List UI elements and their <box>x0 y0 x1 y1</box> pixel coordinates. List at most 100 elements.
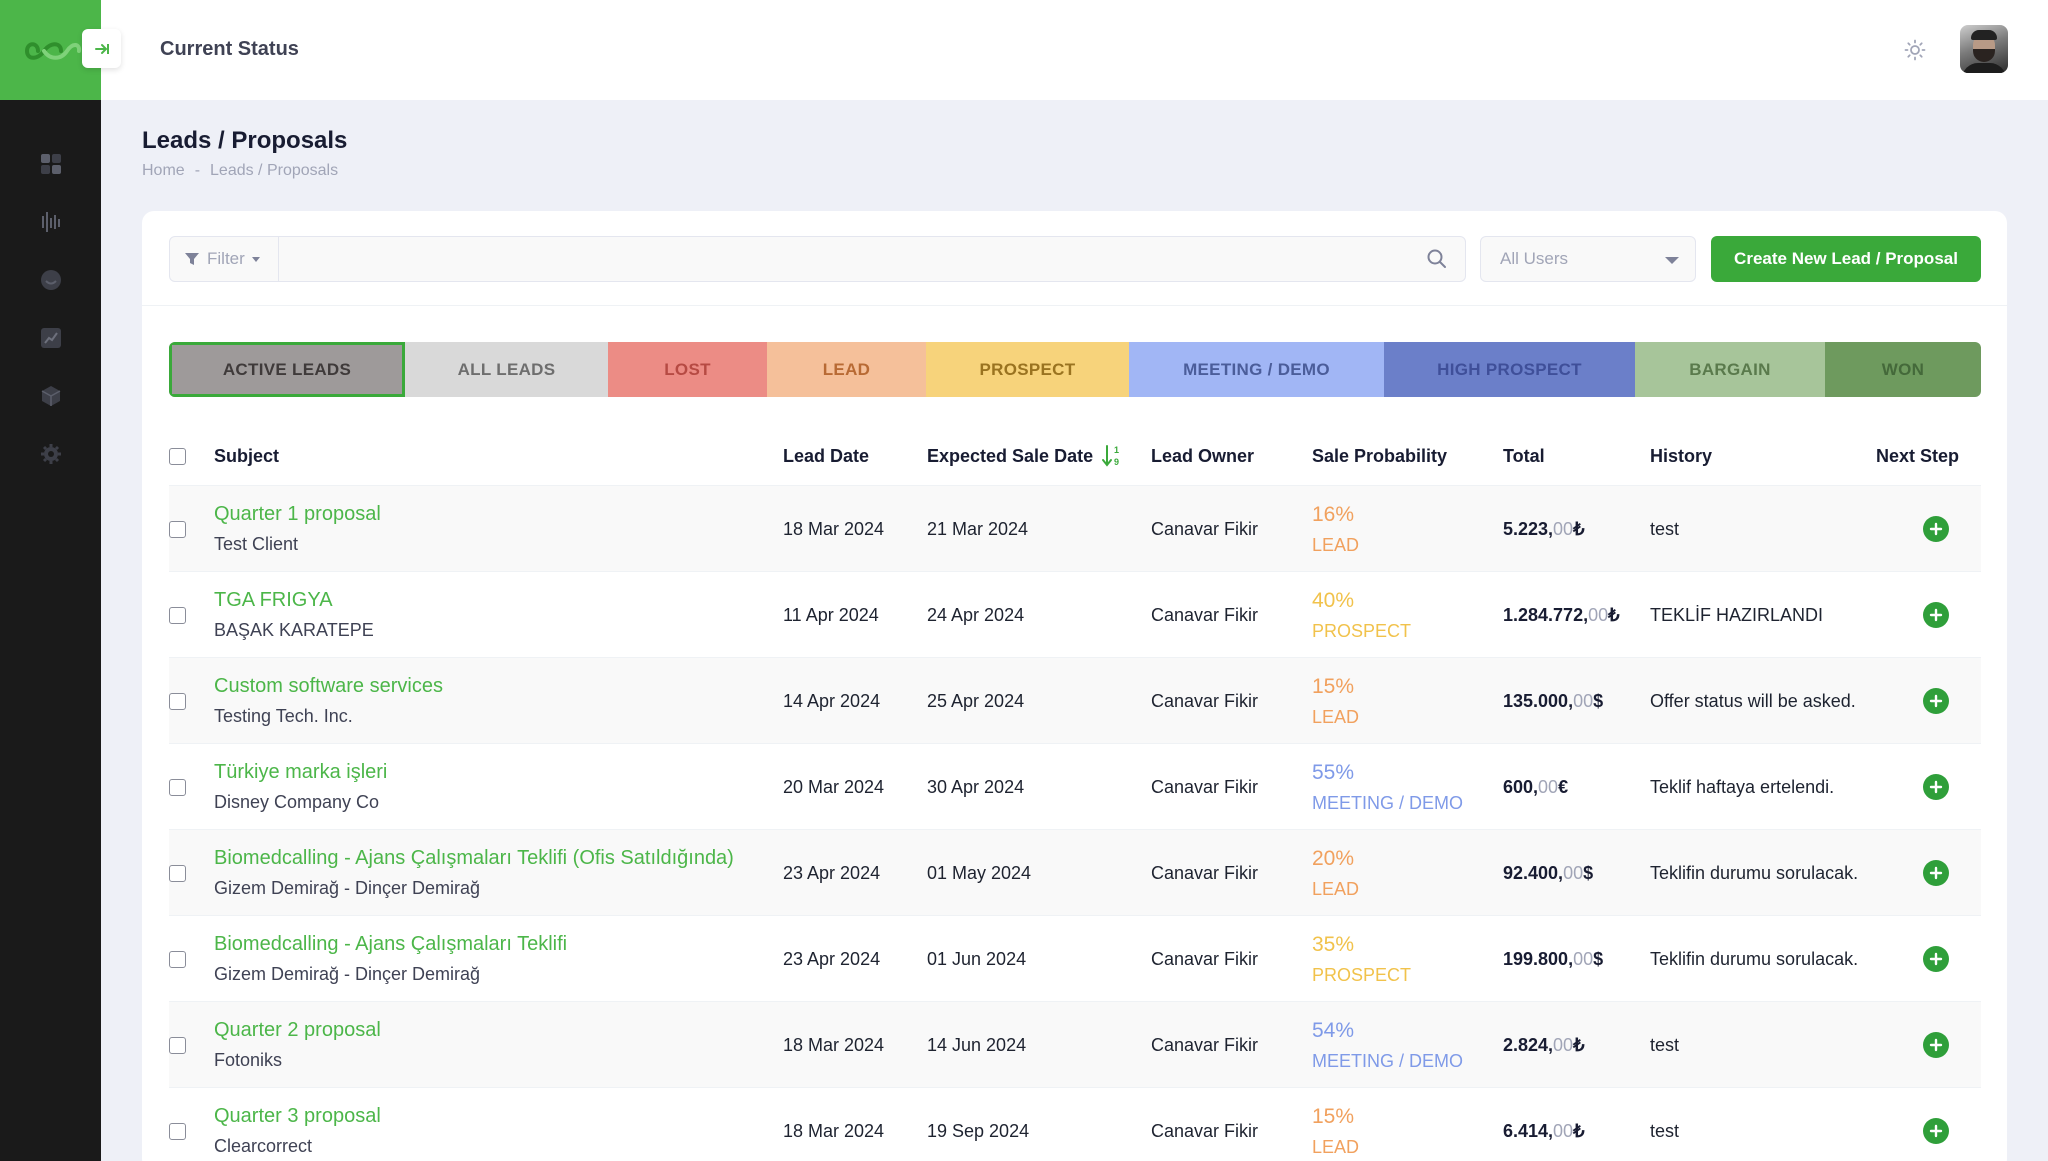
add-next-step-button[interactable] <box>1923 1118 1949 1144</box>
probability-percent: 15% <box>1312 675 1355 698</box>
lead-owner: Canavar Fikir <box>1151 948 1259 969</box>
filter-button[interactable]: Filter <box>170 237 279 281</box>
chevron-down-icon <box>1665 257 1679 264</box>
lead-client: Fotoniks <box>214 1050 283 1070</box>
probability-stage: LEAD <box>1312 1137 1360 1157</box>
row-checkbox[interactable] <box>169 692 186 710</box>
total-currency: ₺ <box>1573 518 1585 539</box>
row-checkbox[interactable] <box>169 1122 186 1140</box>
total: 5.223, 00 ₺ <box>1503 486 1585 572</box>
probability-stage: LEAD <box>1312 535 1360 555</box>
sort-descending-icon[interactable]: 19 <box>1101 443 1123 469</box>
tab-high-prospect[interactable]: HIGH PROSPECT <box>1384 342 1635 397</box>
tab-active-leads[interactable]: ACTIVE LEADS <box>169 342 405 397</box>
lead-subject-link[interactable]: TGA FRIGYA <box>214 589 374 612</box>
total-decimals: 00 <box>1538 776 1559 797</box>
sidebar-item-settings[interactable] <box>0 425 101 483</box>
column-lead-date[interactable]: Lead Date <box>783 426 869 486</box>
total-currency: ₺ <box>1573 1120 1585 1141</box>
divider <box>142 305 2007 306</box>
tab-bargain[interactable]: BARGAIN <box>1635 342 1825 397</box>
plus-icon <box>1929 780 1943 794</box>
sidebar-toggle-button[interactable] <box>82 29 121 68</box>
column-next-step[interactable]: Next Step <box>1876 426 1959 486</box>
tab-lead[interactable]: LEAD <box>767 342 926 397</box>
tab-all-leads[interactable]: ALL LEADS <box>405 342 608 397</box>
column-history[interactable]: History <box>1650 426 1712 486</box>
table-row: Quarter 3 proposal Clearcorrect 18 Mar 2… <box>169 1088 1981 1161</box>
row-checkbox[interactable] <box>169 778 186 796</box>
lead-subject-link[interactable]: Quarter 3 proposal <box>214 1105 381 1128</box>
tab-lost[interactable]: LOST <box>608 342 767 397</box>
add-next-step-button[interactable] <box>1923 860 1949 886</box>
add-next-step-button[interactable] <box>1923 774 1949 800</box>
probability-percent: 15% <box>1312 1105 1355 1128</box>
plus-icon <box>1929 866 1943 880</box>
total: 2.824, 00 ₺ <box>1503 1002 1585 1088</box>
column-subject[interactable]: Subject <box>214 426 279 486</box>
lead-subject-link[interactable]: Quarter 2 proposal <box>214 1019 381 1042</box>
row-checkbox[interactable] <box>169 864 186 882</box>
lead-date: 20 Mar 2024 <box>783 776 885 797</box>
settings-icon <box>40 444 61 464</box>
row-checkbox[interactable] <box>169 1036 186 1054</box>
avatar[interactable] <box>1960 25 2008 73</box>
lead-subject-link[interactable]: Quarter 1 proposal <box>214 503 381 526</box>
subject-cell: Biomedcalling - Ajans Çalışmaları Teklif… <box>214 847 734 899</box>
column-total[interactable]: Total <box>1503 426 1545 486</box>
lead-owner: Canavar Fikir <box>1151 1120 1259 1141</box>
table-row: Türkiye marka işleri Disney Company Co 2… <box>169 744 1981 830</box>
report-icon <box>40 328 61 348</box>
probability-percent: 20% <box>1312 847 1355 870</box>
lead-subject-link[interactable]: Custom software services <box>214 675 443 698</box>
lead-subject-link[interactable]: Biomedcalling - Ajans Çalışmaları Teklif… <box>214 933 567 956</box>
tab-meeting-demo[interactable]: MEETING / DEMO <box>1129 342 1384 397</box>
search-input[interactable] <box>280 237 1420 281</box>
sidebar-item-dashboard[interactable] <box>0 135 101 193</box>
sidebar-item-statistics[interactable] <box>0 193 101 251</box>
column-expected-sale-date[interactable]: Expected Sale Date 19 <box>927 426 1123 486</box>
expected-sale-date: 01 Jun 2024 <box>927 948 1027 969</box>
probability-stage: PROSPECT <box>1312 965 1412 985</box>
table-row: Biomedcalling - Ajans Çalışmaları Teklif… <box>169 830 1981 916</box>
add-next-step-button[interactable] <box>1923 516 1949 542</box>
add-next-step-button[interactable] <box>1923 946 1949 972</box>
probability-percent: 16% <box>1312 503 1355 526</box>
expected-sale-date: 01 May 2024 <box>927 862 1032 883</box>
funnel-icon <box>185 253 199 265</box>
column-sale-probability[interactable]: Sale Probability <box>1312 426 1447 486</box>
table-header: Subject Lead Date Expected Sale Date 19 … <box>169 426 1981 486</box>
add-next-step-button[interactable] <box>1923 1032 1949 1058</box>
lead-date: 18 Mar 2024 <box>783 1034 885 1055</box>
sidebar-item-reports[interactable] <box>0 309 101 367</box>
total-amount: 199.800, <box>1503 948 1574 969</box>
add-next-step-button[interactable] <box>1923 688 1949 714</box>
history: Offer status will be asked. <box>1650 690 1856 711</box>
expected-sale-date: 30 Apr 2024 <box>927 776 1025 797</box>
lead-owner: Canavar Fikir <box>1151 604 1259 625</box>
search-group: Filter <box>169 236 1466 282</box>
column-lead-owner[interactable]: Lead Owner <box>1151 426 1254 486</box>
row-checkbox[interactable] <box>169 520 186 538</box>
tab-won[interactable]: WON <box>1825 342 1981 397</box>
tab-prospect[interactable]: PROSPECT <box>926 342 1129 397</box>
row-checkbox[interactable] <box>169 950 186 968</box>
lead-subject-link[interactable]: Türkiye marka işleri <box>214 761 387 784</box>
theme-toggle[interactable] <box>1901 36 1929 64</box>
sidebar-item-customers[interactable] <box>0 251 101 309</box>
select-all-checkbox[interactable] <box>169 447 186 465</box>
row-checkbox[interactable] <box>169 606 186 624</box>
total: 6.414, 00 ₺ <box>1503 1088 1585 1161</box>
sidebar-item-products[interactable] <box>0 367 101 425</box>
breadcrumb-home[interactable]: Home <box>142 162 185 180</box>
sidebar-nav <box>0 135 101 483</box>
users-select[interactable]: All Users <box>1480 236 1696 282</box>
search-icon[interactable] <box>1426 248 1448 270</box>
add-next-step-button[interactable] <box>1923 602 1949 628</box>
subject-cell: Custom software services Testing Tech. I… <box>214 675 443 727</box>
history: test <box>1650 1034 1680 1055</box>
lead-subject-link[interactable]: Biomedcalling - Ajans Çalışmaları Teklif… <box>214 847 734 870</box>
expected-sale-date: 19 Sep 2024 <box>927 1120 1030 1141</box>
history: TEKLİF HAZIRLANDI <box>1650 604 1824 625</box>
create-lead-button[interactable]: Create New Lead / Proposal <box>1711 236 1981 282</box>
